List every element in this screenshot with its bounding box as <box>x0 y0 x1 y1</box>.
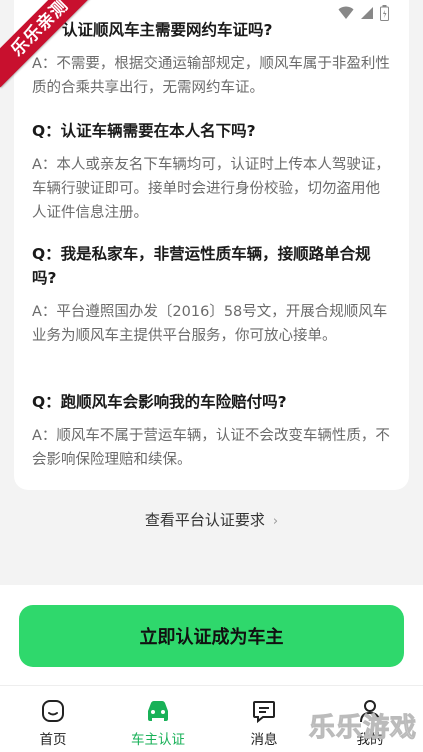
certify-now-button[interactable]: 立即认证成为车主 <box>19 605 404 667</box>
message-icon <box>253 701 275 724</box>
tab-home-label: 首页 <box>39 732 67 748</box>
faq-answer: A：平台遵照国办发〔2016〕58号文，开展合规顺风车业务为顺风车主提供平台服务… <box>32 304 388 344</box>
status-icons <box>338 5 389 21</box>
faq-item: Q：跑顺风车会影响我的车险赔付吗? A：顺风车不属于营运车辆，认证不会改变车辆性… <box>32 390 391 472</box>
faq-question: Q：跑顺风车会影响我的车险赔付吗? <box>32 393 287 411</box>
tab-driver-certification[interactable]: 车主认证 <box>118 698 198 748</box>
tab-messages[interactable]: 消息 <box>224 698 304 748</box>
tab-messages-label: 消息 <box>250 732 278 748</box>
faq-question: Q：我是私家车，非营运性质车辆，接顺路单合规吗? <box>32 245 371 287</box>
watermark-logo: 乐乐游戏 <box>308 713 417 744</box>
battery-icon <box>380 5 389 21</box>
requirements-link-label: 查看平台认证要求 <box>144 511 265 529</box>
faq-item: 认证顺风车主需要网约车证吗? A：不需要，根据交通运输部规定，顺风车属于非盈利性… <box>32 18 391 100</box>
faq-item: Q：我是私家车，非营运性质车辆，接顺路单合规吗? A：平台遵照国办发〔2016〕… <box>32 242 391 348</box>
platform-requirements-link[interactable]: 查看平台认证要求 › <box>0 509 423 530</box>
car-icon <box>148 701 168 721</box>
chevron-right-icon: › <box>272 514 279 529</box>
tab-home[interactable]: 首页 <box>13 698 93 748</box>
faq-card: 认证顺风车主需要网约车证吗? A：不需要，根据交通运输部规定，顺风车属于非盈利性… <box>14 0 409 490</box>
faq-question: Q：认证车辆需要在本人名下吗? <box>32 122 256 140</box>
cta-area: 立即认证成为车主 <box>0 585 423 685</box>
home-icon <box>42 700 64 722</box>
faq-answer: A：顺风车不属于营运车辆，认证不会改变车辆性质，不会影响保险理赔和续保。 <box>32 428 390 468</box>
faq-answer: A：本人或亲友名下车辆均可，认证时上传本人驾驶证，车辆行驶证即可。接单时会进行身… <box>32 157 390 221</box>
faq-answer: A：不需要，根据交通运输部规定，顺风车属于非盈利性质的合乘共享出行，无需网约车证… <box>32 56 390 96</box>
tab-driver-label: 车主认证 <box>131 732 185 748</box>
faq-item: Q：认证车辆需要在本人名下吗? A：本人或亲友名下车辆均可，认证时上传本人驾驶证… <box>32 119 391 225</box>
signal-icon <box>361 7 373 19</box>
wifi-icon <box>338 6 354 19</box>
